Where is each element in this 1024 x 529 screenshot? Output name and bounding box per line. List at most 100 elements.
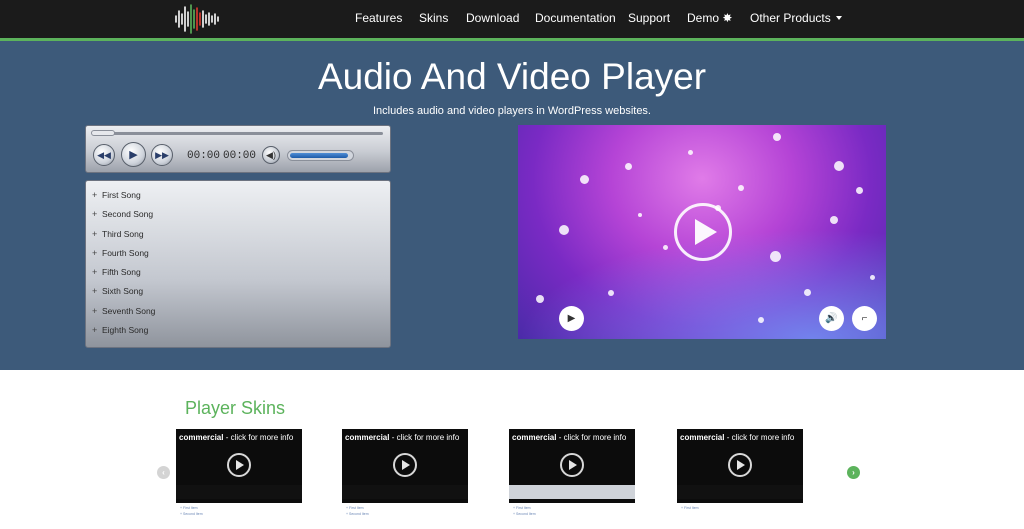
skin-play-icon (728, 453, 752, 477)
nav-other-products-label: Other Products (750, 11, 831, 25)
nav-documentation-label: Documentation (535, 11, 616, 25)
bokeh-dot (758, 317, 764, 323)
video-player[interactable]: ▶ 🔊 ⌐ (518, 125, 886, 339)
playlist-item[interactable]: + Eighth Song (86, 325, 390, 344)
nav-download-label: Download (466, 11, 520, 25)
bokeh-dot (770, 251, 781, 262)
volume-slider[interactable] (287, 150, 354, 161)
volume-button[interactable]: ◀) (262, 146, 280, 164)
nav-support[interactable]: Support (628, 11, 670, 25)
skin-caption-bold: commercial (345, 433, 390, 442)
big-play-button[interactable] (674, 203, 732, 261)
nav-other-products[interactable]: Other Products (750, 11, 842, 25)
skin-thumbnail[interactable]: commercial - click for more info + First … (509, 429, 635, 529)
nav-skins[interactable]: Skins (419, 11, 448, 25)
skin-caption-rest: - click for more info (223, 433, 294, 442)
bokeh-dot (580, 175, 589, 184)
bokeh-dot (559, 225, 569, 235)
bokeh-dot (625, 163, 632, 170)
nav-download[interactable]: Download (466, 11, 519, 25)
skin-caption-rest: - click for more info (556, 433, 627, 442)
nav-documentation[interactable]: Documentation (535, 11, 616, 25)
skin-play-icon (227, 453, 251, 477)
skin-caption: commercial - click for more info (512, 433, 626, 442)
fullscreen-icon: ⌐ (861, 313, 868, 324)
skin-thumbnail[interactable]: commercial - click for more info + First … (677, 429, 803, 529)
nav-support-label: Support (628, 11, 671, 25)
plus-icon: + (92, 286, 98, 297)
skin-playlist-item: + Second Item (513, 512, 536, 516)
video-volume-button[interactable]: 🔊 (819, 306, 844, 331)
chevron-right-icon: › (852, 468, 855, 477)
volume-fill (290, 153, 348, 158)
current-time: 00:00 (187, 150, 221, 162)
bokeh-dot (830, 216, 838, 224)
carousel-next-button[interactable]: › (847, 466, 860, 479)
plus-icon: + (92, 325, 98, 336)
nav-skins-label: Skins (419, 11, 449, 25)
playlist-item[interactable]: + Second Song (86, 209, 390, 228)
speaker-icon: ◀) (266, 149, 276, 160)
speaker-icon: 🔊 (825, 313, 838, 324)
total-time: 00:00 (223, 150, 257, 162)
playlist-item[interactable]: + Seventh Song (86, 306, 390, 325)
plus-icon: + (92, 267, 98, 278)
bokeh-dot (688, 150, 693, 155)
nav-demo-label: Demo (687, 11, 720, 25)
plus-icon: + (92, 305, 98, 316)
skin-thumbnail[interactable]: commercial - click for more info + First … (176, 429, 302, 529)
playlist-item-label: Eighth Song (102, 325, 149, 336)
play-icon (695, 219, 717, 245)
skin-thumbnail[interactable]: commercial - click for more info + First … (342, 429, 468, 529)
audio-progress-handle[interactable] (91, 130, 115, 136)
bokeh-dot (738, 185, 744, 191)
video-play-button[interactable]: ▶ (559, 306, 584, 331)
skin-caption-bold: commercial (179, 433, 224, 442)
top-navbar: Features Skins Download Documentation Su… (0, 0, 1024, 38)
skin-playlist: + First Item (681, 505, 699, 511)
playlist-item-label: First Song (102, 190, 141, 200)
play-icon: ▶ (129, 149, 138, 161)
skin-caption-bold: commercial (512, 433, 557, 442)
skin-preview-screen: commercial - click for more info (342, 429, 468, 503)
playlist-item[interactable]: + First Song (86, 190, 390, 209)
plus-icon: + (92, 247, 98, 258)
forward-icon: ▶▶ (155, 149, 169, 160)
audio-progress-track[interactable] (93, 132, 383, 135)
nav-features[interactable]: Features (355, 11, 402, 25)
bokeh-dot (870, 275, 875, 280)
forward-button[interactable]: ▶▶ (151, 144, 173, 166)
playlist-item-label: Third Song (102, 228, 144, 239)
bokeh-dot (663, 245, 668, 250)
bokeh-dot (536, 295, 544, 303)
playlist-item[interactable]: + Third Song (86, 229, 390, 248)
playlist-list: + First Song + Second Song + Third Song + Fourt… (86, 181, 390, 344)
bokeh-dot (804, 289, 811, 296)
skin-control-bar (677, 485, 803, 499)
skin-play-icon (560, 453, 584, 477)
skin-control-bar (342, 485, 468, 499)
bokeh-dot (608, 290, 614, 296)
carousel-prev-button[interactable]: ‹ (157, 466, 170, 479)
skin-caption-rest: - click for more info (389, 433, 460, 442)
playlist-item[interactable]: + Fourth Song (86, 248, 390, 267)
fullscreen-button[interactable]: ⌐ (852, 306, 877, 331)
nav-features-label: Features (355, 11, 403, 25)
skin-playlist-item: + First Item (681, 506, 699, 510)
playlist-item-label: Second Song (102, 209, 154, 220)
plus-icon: + (92, 190, 98, 200)
bokeh-dot (856, 187, 863, 194)
playlist-item[interactable]: + Sixth Song (86, 286, 390, 305)
rewind-button[interactable]: ◀◀ (93, 144, 115, 166)
playlist-item-label: Seventh Song (102, 305, 156, 316)
caret-down-icon (835, 16, 842, 20)
audio-player-controls: ◀◀ ▶ ▶▶ 00:00 00:00 ◀) (85, 125, 391, 173)
logo-waveform-icon[interactable] (173, 3, 221, 35)
play-button[interactable]: ▶ (121, 142, 146, 167)
skin-preview-screen: commercial - click for more info (509, 429, 635, 503)
nav-demo[interactable]: Demo ✸ (687, 11, 732, 25)
skin-preview-screen: commercial - click for more info (677, 429, 803, 503)
play-icon: ▶ (567, 313, 576, 324)
playlist-item[interactable]: + Fifth Song (86, 267, 390, 286)
skin-caption-rest: - click for more info (724, 433, 795, 442)
